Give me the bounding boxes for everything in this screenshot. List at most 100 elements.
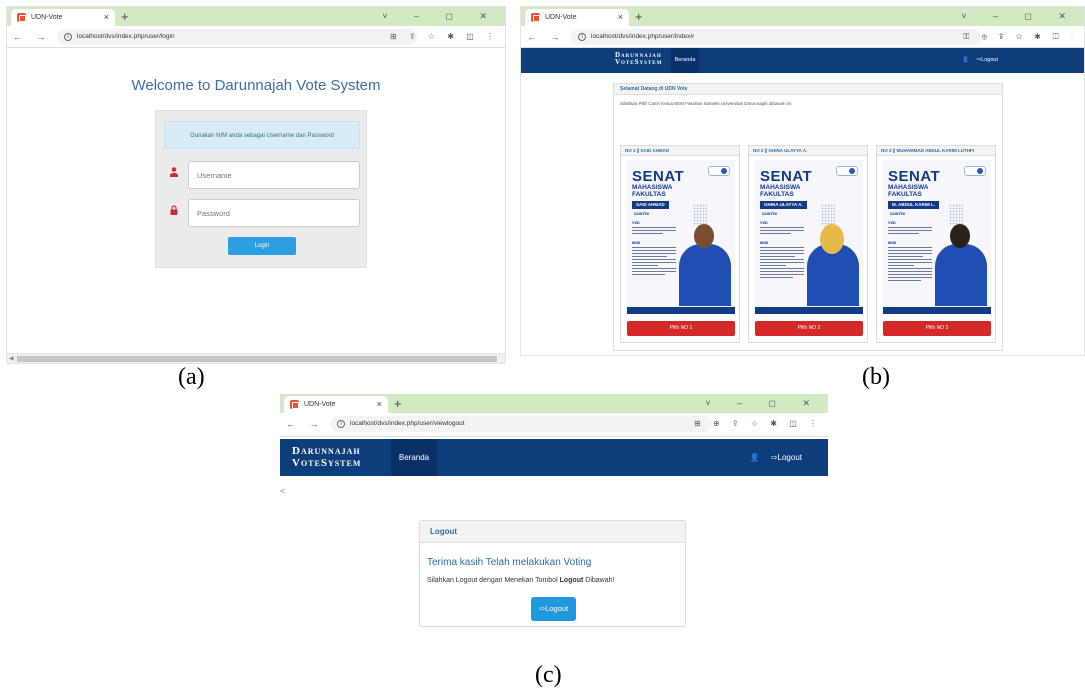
browser-tabstrip: UDN-Vote × + ˅ – ◻ ✕ bbox=[7, 7, 505, 26]
horizontal-scrollbar[interactable]: ◀ bbox=[7, 353, 505, 363]
brand-line-1: Darunnajah bbox=[292, 445, 361, 457]
browser-tab[interactable]: UDN-Vote × bbox=[284, 396, 388, 413]
new-tab-icon[interactable]: + bbox=[394, 394, 402, 413]
scroll-left-icon[interactable]: ◀ bbox=[9, 354, 14, 363]
login-button[interactable]: Login bbox=[228, 237, 296, 255]
window-controls[interactable]: ˅ – ◻ ✕ bbox=[705, 394, 822, 413]
poster-dots-decoration bbox=[693, 204, 707, 226]
poster-candidate-name: SAID AHMAD bbox=[632, 201, 669, 209]
candidate-photo bbox=[807, 224, 859, 306]
nav-logout[interactable]: 👤 ⇨Logout bbox=[750, 439, 802, 476]
user-icon: 👤 bbox=[749, 453, 760, 462]
screenshot-logout: UDN-Vote × + ˅ – ◻ ✕ ← → C i localhost/d… bbox=[280, 394, 828, 646]
poster-dots-decoration bbox=[821, 204, 835, 226]
browser-tab[interactable]: UDN-Vote × bbox=[11, 9, 115, 26]
address-bar[interactable]: i localhost/dvs/index.php/user/index# bbox=[571, 29, 981, 45]
logout-instruction: Silahkan Logout dengan Menekan Tombol Lo… bbox=[427, 577, 614, 584]
address-bar-url: localhost/dvs/index.php/user/viewlogout bbox=[350, 420, 465, 427]
address-bar-url: localhost/dvs/index.php/user/index# bbox=[591, 33, 694, 40]
candidate-card-3: NO 3 || MUHAMMAD ABDUL KARIM LUTHFI SENA… bbox=[876, 145, 996, 343]
poster-subtitle: MAHASISWA FAKULTAS bbox=[632, 184, 672, 198]
tab-title: UDN-Vote bbox=[304, 401, 336, 408]
browser-tabstrip: UDN-Vote × + ˅ – ◻ ✕ bbox=[521, 7, 1084, 26]
vote-button-2[interactable]: Pilih NO 2 bbox=[755, 321, 863, 336]
poster-visi-label: VISI bbox=[632, 220, 640, 225]
caption-a: (a) bbox=[178, 364, 205, 390]
vote-button-3[interactable]: Pilih NO 3 bbox=[883, 321, 991, 336]
new-tab-icon[interactable]: + bbox=[121, 7, 129, 26]
poster-candidate-name: GHINA ULAYYA A. bbox=[760, 201, 807, 209]
back-link[interactable]: < bbox=[280, 486, 285, 496]
candidate-poster: SENAT MAHASISWA FAKULTAS M. ABDUL KARIM L… bbox=[883, 160, 991, 314]
poster-candidate-name: M. ABDUL KARIM L. bbox=[888, 201, 939, 209]
nav-logout[interactable]: 👤 ⇨Logout bbox=[962, 48, 998, 73]
screenshot-ballot: UDN-Vote × + ˅ – ◻ ✕ ← → C i localhost/d… bbox=[520, 6, 1085, 356]
brand-logo[interactable]: Darunnajah VoteSystem bbox=[292, 445, 362, 469]
candidate-photo bbox=[935, 224, 987, 306]
site-info-icon[interactable]: i bbox=[337, 420, 345, 428]
browser-toolbar: ← → C i localhost/dvs/index.php/user/vie… bbox=[280, 413, 828, 437]
poster-sub-2: FAKULTAS bbox=[888, 190, 922, 198]
poster-dots-decoration bbox=[949, 204, 963, 226]
logout-icon: ⇨ bbox=[770, 453, 778, 462]
app-favicon-icon bbox=[17, 13, 26, 22]
toolbar-icons[interactable]: ⊞ ⊕ ⇪ ☆ ✱ ◫ ⋮ bbox=[694, 413, 822, 435]
site-info-icon[interactable]: i bbox=[64, 33, 72, 41]
poster-misi-text bbox=[888, 247, 932, 283]
poster-footer bbox=[755, 307, 863, 314]
vote-button-1[interactable]: Pilih NO 1 bbox=[627, 321, 735, 336]
window-controls[interactable]: ˅ – ◻ ✕ bbox=[382, 7, 499, 26]
login-form: Gunakan NIM anda sebagai Username dan Pa… bbox=[155, 110, 367, 268]
instruction-post: Dibawah! bbox=[583, 577, 615, 584]
app-favicon-icon bbox=[290, 400, 299, 409]
scrollbar-thumb[interactable] bbox=[17, 356, 497, 362]
nav-beranda[interactable]: Beranda bbox=[391, 439, 437, 476]
university-logo-icon bbox=[708, 166, 730, 176]
nav-logout-label: Logout bbox=[981, 57, 998, 63]
logout-button-label: Logout bbox=[545, 604, 569, 613]
instruction-bold: Logout bbox=[559, 577, 584, 584]
app-navbar: Darunnajah VoteSystem Beranda 👤 ⇨Logout bbox=[521, 48, 1084, 73]
poster-faculty: SAINTEK bbox=[890, 212, 906, 216]
browser-toolbar: ← → C i localhost/dvs/index.php/user/log… bbox=[7, 26, 505, 48]
logout-panel: Logout Terima kasih Telah melakukan Voti… bbox=[419, 520, 686, 627]
app-favicon-icon bbox=[531, 13, 540, 22]
toolbar-icons[interactable]: ⚿ ⊕ ⇪ ☆ ✱ ◫ ⋮ bbox=[963, 26, 1078, 48]
new-tab-icon[interactable]: + bbox=[635, 7, 643, 26]
close-tab-icon[interactable]: × bbox=[377, 396, 382, 413]
browser-tab[interactable]: UDN-Vote × bbox=[525, 9, 629, 26]
brand-line-2: VoteSystem bbox=[615, 58, 663, 67]
app-navbar: Darunnajah VoteSystem Beranda 👤 ⇨Logout bbox=[280, 439, 828, 476]
poster-title: SENAT bbox=[888, 168, 941, 185]
poster-faculty: SAINTEK bbox=[634, 212, 650, 216]
password-input[interactable] bbox=[188, 199, 360, 227]
nav-beranda[interactable]: Beranda bbox=[671, 48, 699, 73]
instruction-pre: Silahkan Logout dengan Menekan Tombol bbox=[427, 577, 560, 584]
brand-logo[interactable]: Darunnajah VoteSystem bbox=[615, 51, 663, 67]
toolbar-icons[interactable]: ⊞ ⇪ ☆ ✱ ◫ ⋮ bbox=[390, 26, 499, 48]
poster-misi-label: MISI bbox=[888, 240, 897, 245]
poster-footer bbox=[627, 307, 735, 314]
person-icon bbox=[164, 161, 184, 189]
site-info-icon[interactable]: i bbox=[578, 33, 586, 41]
poster-visi-text bbox=[760, 227, 804, 236]
candidate-photo bbox=[679, 224, 731, 306]
logout-button[interactable]: ⇨Logout bbox=[531, 597, 576, 621]
candidate-header: NO 3 || MUHAMMAD ABDUL KARIM LUTHFI bbox=[877, 146, 995, 156]
address-bar[interactable]: i localhost/dvs/index.php/user/login bbox=[57, 29, 417, 45]
username-input[interactable] bbox=[188, 161, 360, 189]
password-field bbox=[164, 199, 360, 227]
poster-faculty: SAINTEK bbox=[762, 212, 778, 216]
tab-title: UDN-Vote bbox=[31, 14, 63, 21]
address-bar[interactable]: i localhost/dvs/index.php/user/viewlogou… bbox=[330, 416, 712, 432]
close-tab-icon[interactable]: × bbox=[104, 9, 109, 26]
university-logo-icon bbox=[964, 166, 986, 176]
brand-line-2: VoteSystem bbox=[292, 456, 362, 469]
candidate-card-2: NO 2 || GHINA ULAYYA A. SENAT MAHASISWA F… bbox=[748, 145, 868, 343]
window-controls[interactable]: ˅ – ◻ ✕ bbox=[961, 7, 1078, 26]
poster-visi-text bbox=[888, 227, 932, 236]
close-tab-icon[interactable]: × bbox=[618, 9, 623, 26]
poster-misi-text bbox=[760, 247, 804, 280]
candidate-poster: SENAT MAHASISWA FAKULTAS GHINA ULAYYA A. … bbox=[755, 160, 863, 314]
candidate-poster: SENAT MAHASISWA FAKULTAS SAID AHMAD SAINT… bbox=[627, 160, 735, 314]
